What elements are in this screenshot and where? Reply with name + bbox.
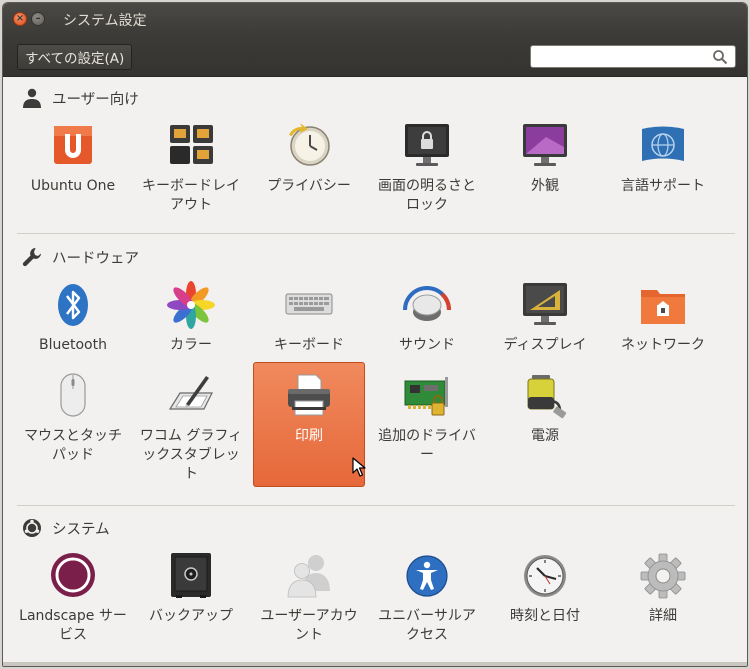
item-label: 外観 [531, 178, 559, 194]
user-accounts-icon [287, 555, 330, 598]
system-icon [23, 519, 41, 537]
display-icon [523, 283, 567, 325]
settings-item-keyboard[interactable]: キーボード [253, 280, 365, 355]
settings-item-sound[interactable]: サウンド [371, 280, 483, 355]
item-label: サウンド [399, 337, 455, 353]
item-label: マウスとタッチパッド [24, 428, 122, 463]
item-label: キーボード [274, 337, 344, 353]
item-label: カラー [170, 337, 212, 353]
item-label: ユニバーサルアクセス [378, 608, 476, 643]
settings-item-user-accounts[interactable]: ユーザーアカウント [253, 551, 365, 645]
search-field[interactable] [530, 45, 736, 68]
language-support-icon [642, 126, 684, 161]
keyboard-layout-icon [170, 125, 213, 164]
screen-lock-icon [405, 124, 449, 166]
settings-item-mouse[interactable]: マウスとタッチパッド [17, 371, 129, 465]
settings-item-printer[interactable]: 印刷 [253, 371, 365, 446]
search-input[interactable] [535, 48, 705, 65]
additional-drivers-icon [404, 377, 448, 416]
item-label: 時刻と日付 [510, 608, 580, 624]
sound-icon [403, 286, 451, 321]
section-divider [17, 233, 735, 234]
all-settings-button[interactable]: すべての設定(A) [17, 44, 133, 70]
network-icon [641, 290, 685, 324]
settings-item-backup[interactable]: バックアップ [135, 551, 247, 626]
minimize-icon: – [35, 13, 41, 24]
clock-icon [524, 555, 566, 597]
item-label: ユーザーアカウント [260, 608, 358, 643]
window-title: システム設定 [63, 13, 147, 29]
item-label: プライバシー [267, 178, 351, 194]
ubuntu-one-icon [54, 126, 92, 164]
settings-item-wacom-tablet[interactable]: ワコム グラフィックスタブレット [135, 371, 247, 484]
settings-item-clock[interactable]: 時刻と日付 [489, 551, 601, 626]
settings-item-privacy[interactable]: プライバシー [253, 121, 365, 196]
window-bottom-edge [3, 662, 747, 666]
settings-item-ubuntu-one[interactable]: Ubuntu One [17, 121, 129, 196]
section-title: ユーザー向け [52, 91, 139, 108]
settings-item-landscape[interactable]: Landscape サービス [17, 551, 129, 645]
details-gear-icon [640, 553, 686, 599]
person-icon [23, 88, 41, 108]
settings-item-additional-drivers[interactable]: 追加のドライバー [371, 371, 483, 465]
item-label: Landscape サービス [19, 608, 127, 643]
wrench-icon [22, 248, 41, 267]
close-icon: × [15, 13, 25, 24]
item-label: ネットワーク [621, 337, 705, 353]
settings-item-universal-access[interactable]: ユニバーサルアクセス [371, 551, 483, 645]
settings-item-language-support[interactable]: 言語サポート [607, 121, 719, 196]
settings-item-screen-lock[interactable]: 画面の明るさとロック [371, 121, 483, 215]
item-label: Ubuntu One [30, 178, 116, 194]
section-divider [17, 505, 735, 506]
settings-item-bluetooth[interactable]: Bluetooth [17, 280, 129, 355]
privacy-icon [289, 123, 330, 166]
item-label: バックアップ [149, 608, 233, 624]
settings-item-network[interactable]: ネットワーク [607, 280, 719, 355]
title-bar: × – システム設定 [3, 3, 747, 35]
settings-item-keyboard-layout[interactable]: キーボードレイアウト [135, 121, 247, 215]
landscape-icon [51, 553, 95, 597]
settings-item-power[interactable]: 電源 [489, 371, 601, 446]
close-button[interactable]: × [13, 12, 27, 26]
color-icon [167, 281, 215, 329]
search-icon[interactable] [712, 49, 728, 65]
item-label: 画面の明るさとロック [378, 178, 476, 213]
wacom-tablet-icon [168, 376, 213, 410]
minimize-button[interactable]: – [31, 12, 45, 26]
item-label: 詳細 [649, 608, 677, 624]
appearance-icon [523, 124, 567, 166]
section-header-hardware: ハードウェア [21, 246, 139, 268]
power-icon [527, 375, 567, 419]
toolbar: すべての設定(A) [3, 35, 747, 77]
item-label: キーボードレイアウト [142, 178, 240, 213]
section-title: ハードウェア [52, 250, 139, 267]
settings-item-details[interactable]: 詳細 [607, 551, 719, 626]
printer-icon [288, 374, 330, 416]
section-header-system: システム [21, 517, 110, 539]
item-label: 言語サポート [621, 178, 705, 194]
item-label: ワコム グラフィックスタブレット [139, 428, 243, 482]
settings-item-color[interactable]: カラー [135, 280, 247, 355]
item-label: 電源 [531, 428, 559, 444]
settings-item-appearance[interactable]: 外観 [489, 121, 601, 196]
mouse-icon [60, 373, 86, 417]
backup-icon [171, 553, 211, 598]
bluetooth-icon [58, 284, 88, 326]
universal-access-icon [406, 555, 448, 597]
item-label: 印刷 [295, 428, 323, 444]
section-header-personal: ユーザー向け [21, 87, 139, 109]
section-title: システム [52, 521, 110, 538]
mouse-pointer-icon [352, 457, 366, 477]
settings-item-display[interactable]: ディスプレイ [489, 280, 601, 355]
item-label: ディスプレイ [503, 337, 587, 353]
item-label: Bluetooth [39, 337, 107, 353]
system-settings-window: × – システム設定 すべての設定(A) ユーザー向け ハードウェア システム … [2, 2, 748, 667]
keyboard-icon [285, 293, 333, 315]
item-label: 追加のドライバー [378, 428, 476, 463]
